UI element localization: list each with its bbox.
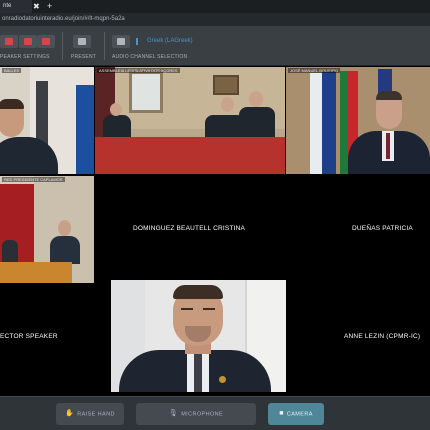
participant-hair — [0, 99, 24, 109]
camera-icon: ■ — [279, 410, 284, 417]
painting — [213, 75, 239, 95]
toolbar-divider — [62, 32, 63, 60]
lapel-pin — [219, 376, 226, 383]
video-tile: BALLES — [0, 67, 94, 174]
participant-hair — [376, 91, 402, 100]
participant-body — [2, 240, 18, 262]
participant-head — [58, 220, 71, 236]
camera-label: CAMERA — [286, 411, 313, 418]
present-button[interactable] — [73, 35, 91, 48]
participant-name: ECTOR SPEAKER — [0, 333, 58, 340]
participant-name: DOMINGUEZ BEAUTELL CRISTINA — [133, 225, 246, 232]
participant-caption: JOSÉ MANUEL BOLIEIRO — [288, 68, 341, 73]
participant-brow — [181, 308, 193, 310]
participant-head — [221, 97, 234, 112]
microphone-icon: 🎙 — [168, 410, 179, 417]
hand-icon: ✋ — [65, 410, 75, 417]
browser-tab-bar: nte ✖ + — [0, 0, 430, 13]
microphone-button[interactable]: 🎙 MICROPHONE — [136, 403, 256, 425]
flag — [340, 71, 348, 174]
app-toolbar: PEAKER SETTINGS PRESENT Greek (LAGreek) … — [0, 26, 430, 66]
participant-name: DUEÑAS PATRICIA — [352, 225, 413, 232]
participant-caption: ASSEMBLEIA LEGISLATIVA DOS AÇORES — [97, 68, 180, 73]
mute-button-3[interactable] — [37, 35, 55, 48]
meeting-controls: ✋ RAISE HAND 🎙 MICROPHONE ■ CAMERA — [0, 396, 430, 430]
desk — [0, 262, 72, 283]
audio-channel-button[interactable] — [112, 35, 130, 48]
address-bar[interactable]: onradiodatoriuinteradio.eu/join/#/lt-mqp… — [0, 13, 430, 26]
mute-button-1[interactable] — [0, 35, 18, 48]
participant-caption: RED PRESIDENTE CAPLAMOR — [2, 177, 65, 182]
speaker-icon — [136, 38, 143, 45]
participant-tie — [386, 133, 390, 159]
participant-caption: BALLES — [2, 68, 22, 73]
conference-table — [95, 137, 285, 174]
participant-head — [110, 103, 122, 116]
close-tab-icon[interactable]: ✖ — [33, 0, 40, 13]
participant-body — [50, 236, 80, 264]
language-value: Greek (LAGreek) — [147, 38, 193, 44]
url-text[interactable]: onradiodatoriuinteradio.eu/join/#/lt-mqp… — [2, 13, 125, 26]
participant-head — [249, 91, 263, 107]
raise-hand-label: RAISE HAND — [77, 411, 115, 418]
video-tile: RED PRESIDENTE CAPLAMOR — [0, 176, 94, 283]
participant-brow — [203, 308, 215, 310]
participant-name: ANNE LEZIN (CPMR-IC) — [344, 333, 421, 340]
raise-hand-button[interactable]: ✋ RAISE HAND — [56, 403, 124, 425]
participant-tie — [194, 354, 202, 392]
participant-body — [239, 107, 275, 141]
mute-button-2[interactable] — [19, 35, 37, 48]
speaker-settings-label: PEAKER SETTINGS — [0, 54, 50, 60]
camera-button[interactable]: ■ CAMERA — [268, 403, 324, 425]
flag — [76, 85, 94, 174]
flag — [322, 71, 336, 174]
participant-hair — [173, 285, 223, 299]
video-tile: JOSÉ MANUEL BOLIEIRO — [286, 67, 430, 174]
video-tile: ASSEMBLEIA LEGISLATIVA DOS AÇORES — [95, 67, 285, 174]
new-tab-icon[interactable]: + — [47, 0, 52, 13]
toolbar-divider — [104, 32, 105, 60]
language-selector[interactable]: Greek (LAGreek) — [136, 35, 196, 48]
video-tile-active-speaker — [111, 280, 286, 392]
flag — [310, 73, 322, 174]
window — [129, 71, 163, 113]
present-label: PRESENT — [71, 54, 97, 60]
audio-channel-label: AUDIO CHANNEL SELECTION — [112, 54, 188, 60]
microphone-label: MICROPHONE — [181, 411, 224, 418]
participant-body — [0, 137, 58, 174]
browser-tab[interactable]: nte — [0, 0, 32, 13]
